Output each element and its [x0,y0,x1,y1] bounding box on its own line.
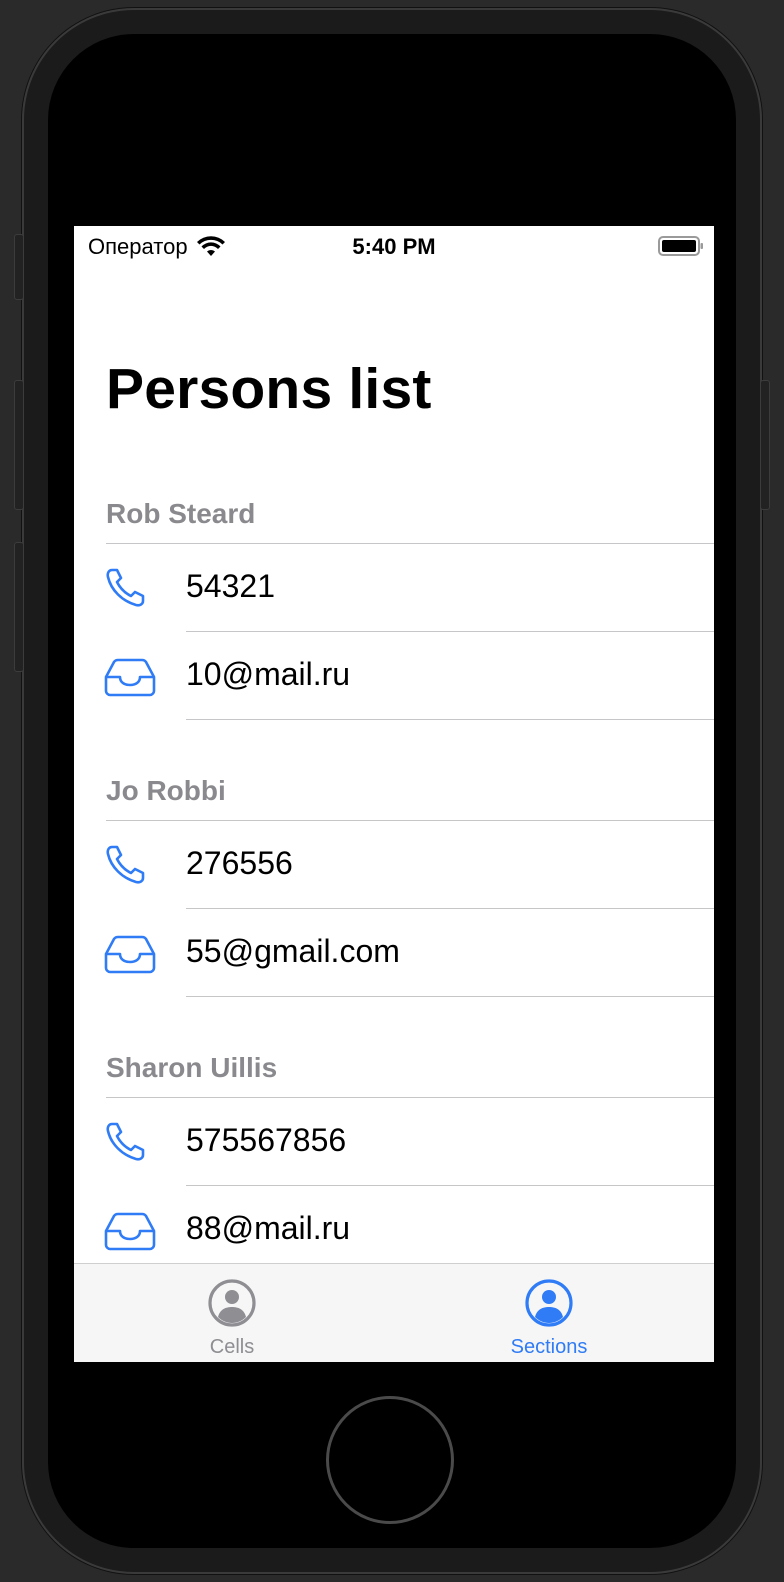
person-section: Jo Robbi 276556 55@gmail.com [74,771,714,1048]
status-bar: Оператор 5:40 PM [74,226,714,266]
tab-label: Sections [510,1336,588,1358]
tab-label: Cells [209,1336,255,1358]
tray-icon [104,935,156,974]
phone-number: 276556 [186,845,293,881]
person-circle-fill-icon [525,1279,573,1327]
app-screen: Оператор 5:40 PM Persons list Rob Steard… [74,226,714,1362]
email-address: 88@mail.ru [186,1210,351,1246]
tab-cells[interactable]: Cells [142,1278,322,1359]
phone-row[interactable]: 575567856 [74,1098,714,1186]
battery-icon [658,236,703,256]
phone-row[interactable]: 276556 [74,821,714,909]
section-header: Sharon Uillis [106,1052,278,1083]
email-row[interactable]: 10@mail.ru [74,632,714,720]
divider [186,996,714,997]
tab-bar: Cells Sections [74,1263,714,1362]
phone-icon [106,845,145,884]
section-header: Rob Steard [106,498,256,529]
phone-icon [106,568,145,607]
email-row[interactable]: 88@mail.ru [74,1186,714,1274]
mute-switch [14,234,24,300]
volume-up-button [14,380,24,510]
persons-list: Rob Steard 54321 10@mail.ru Jo Robbi 276… [74,494,714,1325]
section-header: Jo Robbi [106,775,226,806]
status-time: 5:40 PM [352,234,436,259]
tray-icon [104,658,156,697]
person-circle-icon [208,1279,256,1327]
phone-number: 54321 [186,568,275,604]
phone-number: 575567856 [186,1122,347,1158]
tray-icon [104,1212,156,1251]
email-row[interactable]: 55@gmail.com [74,909,714,997]
divider [186,719,714,720]
phone-icon [106,1122,145,1161]
home-button[interactable] [326,1396,454,1524]
person-section: Rob Steard 54321 10@mail.ru [74,494,714,771]
email-address: 10@mail.ru [186,656,351,692]
volume-down-button [14,542,24,672]
phone-row[interactable]: 54321 [74,544,714,632]
tab-sections[interactable]: Sections [459,1278,639,1359]
email-address: 55@gmail.com [186,933,400,969]
power-button [760,380,770,510]
page-title: Persons list [106,357,432,421]
